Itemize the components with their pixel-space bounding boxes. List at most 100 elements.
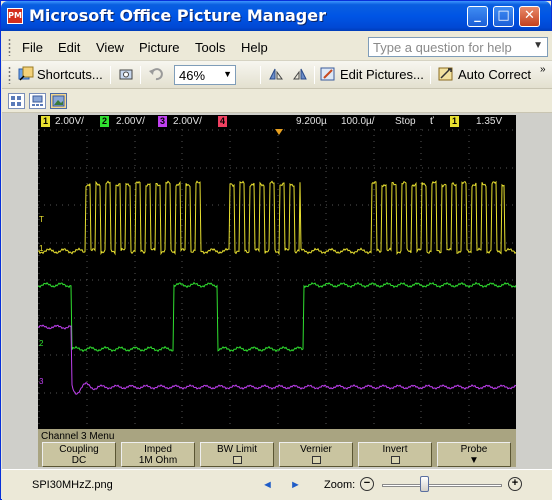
- edit-pictures-icon[interactable]: [320, 66, 336, 82]
- invert-checkbox[interactable]: [390, 456, 400, 464]
- edit-pictures-button[interactable]: Edit Pictures...: [340, 67, 424, 82]
- grid-dot: [356, 167, 357, 169]
- menu-edit[interactable]: Edit: [58, 40, 80, 55]
- grid-dot: [254, 129, 255, 131]
- vernier-checkbox[interactable]: [311, 456, 321, 464]
- rotate-left-icon[interactable]: [268, 66, 284, 82]
- toolbar-separator: [140, 66, 141, 84]
- grid-dot: [134, 279, 135, 281]
- filmstrip-view-button[interactable]: [29, 93, 46, 109]
- grid-dot: [332, 317, 333, 319]
- grid-dot: [80, 317, 81, 319]
- grid-dot: [380, 354, 381, 356]
- grid-dot: [308, 242, 309, 244]
- grid-dot: [176, 317, 177, 319]
- thumbnail-view-button[interactable]: [8, 93, 25, 109]
- menu-view[interactable]: View: [96, 40, 124, 55]
- grid-dot: [194, 129, 195, 131]
- grid-dot: [260, 242, 261, 244]
- impedance-softkey[interactable]: Imped 1M Ohm: [121, 442, 195, 467]
- grid-dot: [350, 317, 351, 319]
- zoom-select[interactable]: 46% ▼: [174, 65, 236, 85]
- toolbar-grip[interactable]: [8, 66, 11, 84]
- grid-dot: [277, 369, 279, 370]
- grid-dot: [356, 204, 357, 206]
- picture-canvas[interactable]: 1 2.00V/ 2 2.00V/ 3 2.00V/ 4 9.200µ 100.…: [2, 113, 552, 469]
- grid-dot: [158, 392, 159, 394]
- close-button[interactable]: ✕: [519, 6, 540, 27]
- grid-dot: [74, 279, 75, 281]
- grid-dot: [38, 351, 40, 352]
- grid-dot: [128, 392, 129, 394]
- previous-picture-icon[interactable]: ◄: [262, 479, 273, 491]
- grid-dot: [181, 405, 183, 406]
- grid-dot: [254, 354, 255, 356]
- bw-limit-softkey[interactable]: BW Limit: [200, 442, 274, 467]
- vernier-softkey[interactable]: Vernier: [279, 442, 353, 467]
- grid-dot: [38, 369, 40, 370]
- next-picture-icon[interactable]: ►: [290, 479, 301, 491]
- grid-dot: [386, 392, 387, 394]
- grid-dot: [420, 177, 422, 178]
- toolbar-overflow-icon[interactable]: »: [540, 64, 546, 75]
- grid-dot: [229, 273, 231, 274]
- grid-dot: [325, 159, 327, 160]
- grid-dot: [134, 285, 136, 286]
- grid-dot: [308, 392, 309, 394]
- grid-dot: [134, 411, 136, 412]
- grid-dot: [468, 177, 470, 178]
- bw-limit-checkbox[interactable]: [232, 456, 242, 464]
- auto-correct-icon[interactable]: [438, 66, 454, 82]
- grid-dot: [506, 354, 507, 356]
- menu-help[interactable]: Help: [241, 40, 268, 55]
- grid-dot: [506, 129, 507, 131]
- grid-dot: [181, 189, 183, 190]
- coupling-softkey[interactable]: Coupling DC: [42, 442, 116, 467]
- zoom-slider-thumb[interactable]: [420, 476, 429, 492]
- chevron-down-icon[interactable]: ▼: [533, 40, 543, 51]
- grid-dot: [86, 225, 88, 226]
- minimize-button[interactable]: _: [467, 6, 488, 27]
- grid-dot: [230, 354, 231, 356]
- grid-dot: [302, 167, 303, 169]
- help-search-input[interactable]: Type a question for help ▼: [368, 37, 548, 57]
- zoom-in-icon[interactable]: +: [508, 477, 522, 491]
- maximize-button[interactable]: □: [493, 6, 514, 27]
- zoom-slider-track[interactable]: [382, 484, 502, 487]
- shortcuts-icon[interactable]: [18, 66, 34, 82]
- grid-dot: [229, 165, 231, 166]
- picture-manager-icon[interactable]: PM: [7, 8, 23, 24]
- grid-dot: [380, 317, 381, 319]
- auto-correct-button[interactable]: Auto Correct: [458, 67, 531, 82]
- export-icon[interactable]: [118, 66, 134, 82]
- grid-dot: [74, 204, 75, 206]
- grid-dot: [350, 279, 351, 281]
- single-picture-view-button[interactable]: [50, 93, 67, 109]
- grid-dot: [38, 411, 40, 412]
- grid-dot: [373, 255, 375, 256]
- shortcuts-button[interactable]: Shortcuts...: [37, 67, 103, 82]
- grid-dot: [468, 249, 470, 250]
- menu-picture[interactable]: Picture: [139, 40, 179, 55]
- grid-dot: [468, 273, 470, 274]
- grid-dot: [200, 129, 201, 131]
- menu-file[interactable]: File: [22, 40, 43, 55]
- invert-softkey[interactable]: Invert: [358, 442, 432, 467]
- grid-dot: [468, 255, 470, 256]
- grid-dot: [206, 354, 207, 356]
- grid-dot: [158, 129, 159, 131]
- menu-tools[interactable]: Tools: [195, 40, 225, 55]
- chevron-down-icon[interactable]: ▼: [223, 69, 232, 79]
- grid-dot: [374, 167, 375, 169]
- grid-dot: [308, 279, 309, 281]
- grid-dot: [500, 167, 501, 169]
- grid-dot: [86, 417, 88, 418]
- grid-dot: [182, 242, 183, 244]
- rotate-right-icon[interactable]: [292, 66, 308, 82]
- graticule: [38, 129, 513, 424]
- probe-softkey[interactable]: Probe ▼: [437, 442, 511, 467]
- menubar-grip[interactable]: [8, 38, 11, 56]
- grid-dot: [277, 147, 279, 148]
- undo-icon[interactable]: [148, 66, 164, 82]
- zoom-out-icon[interactable]: −: [360, 477, 374, 491]
